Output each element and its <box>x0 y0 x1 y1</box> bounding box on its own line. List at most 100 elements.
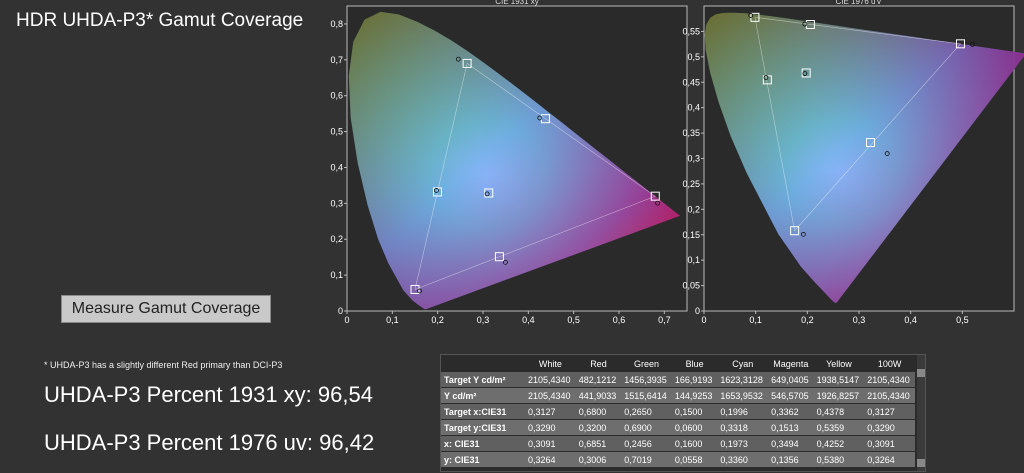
column-header: Red <box>590 358 607 369</box>
table-cell: 0,3264 <box>864 451 915 468</box>
table-cell: 0,1356 <box>768 451 814 468</box>
table-row: Target x:CIE31 0,3127 0,6800 0,2650 0,1500 0,… <box>441 403 915 420</box>
table-cell: 0,6851 <box>575 435 622 452</box>
row-label: Target x:CIE31 <box>441 403 525 420</box>
y-tick-label: 0,35 <box>682 128 700 138</box>
row-label: Target Y cd/m² <box>441 372 525 388</box>
table-cell: 0,0558 <box>671 451 718 468</box>
table-cell: 0,6800 <box>575 403 622 420</box>
table-row: y: CIE31 0,3264 0,3006 0,7019 0,0558 0,3360 0,… <box>441 451 915 468</box>
y-tick-label: 0,1 <box>330 270 343 280</box>
percent-1931-readout: UHDA-P3 Percent 1931 xy: 96,54 <box>44 382 373 407</box>
table-row: Target y:CIE31 0,3290 0,3200 0,6900 0,0600 0,… <box>441 419 915 436</box>
table-cell: 0,2650 <box>621 403 672 420</box>
table-cell: 649,0405 <box>768 372 814 388</box>
row-label: Target y:CIE31 <box>441 419 525 436</box>
cie1931-chart: CIE 1931 xy 0 0,1 0,2 0,3 0,4 0,5 0,6 0,7 0 0,1 0,2… <box>330 0 688 325</box>
table-cell: 1515,6414 <box>621 387 672 404</box>
table-cell: 0,3264 <box>525 451 576 468</box>
y-tick-label: 0,4 <box>330 162 343 172</box>
table-cell: 0,1600 <box>671 435 718 452</box>
y-tick-label: 0,2 <box>687 204 700 214</box>
table-cell: 1653,9532 <box>717 387 769 404</box>
table-cell: 0,1513 <box>768 419 814 436</box>
y-tick-label: 0 <box>695 306 700 316</box>
table-row: Target Y cd/m² 2105,4340 482,1212 1456,3935… <box>441 372 915 388</box>
row-label: x: CIE31 <box>441 435 525 452</box>
x-tick-label: 0,6 <box>613 315 626 325</box>
scroll-down-arrow-icon[interactable] <box>917 459 925 467</box>
x-tick-label: 0,1 <box>386 315 399 325</box>
table-cell: 1926,8257 <box>813 387 865 404</box>
table-cell: 0,0600 <box>671 419 718 436</box>
y-tick-label: 0,25 <box>682 179 700 189</box>
y-tick-label: 0,1 <box>687 255 700 265</box>
chart-title: CIE 1931 xy <box>495 0 539 6</box>
footnote: * UHDA-P3 has a slightly different Red p… <box>44 360 283 370</box>
table-cell: 0,3200 <box>575 419 622 436</box>
y-tick-label: 0,3 <box>687 154 700 164</box>
table-cell: 2105,4340 <box>525 372 576 388</box>
table-row: x: CIE31 0,3091 0,6851 0,2456 0,1600 0,1973 0,… <box>441 435 915 452</box>
scroll-up-arrow-icon[interactable] <box>917 369 925 377</box>
x-tick-label: 0,1 <box>749 315 762 325</box>
percent-1976-readout: UHDA-P3 Percent 1976 uv: 96,42 <box>44 430 375 455</box>
table-cell: 0,3290 <box>864 419 915 436</box>
table-cell: 0,3127 <box>525 403 576 420</box>
column-header: Magenta <box>773 358 809 369</box>
column-header: Green <box>634 358 660 369</box>
x-tick-label: 0,3 <box>853 315 866 325</box>
table-header-row: White Red Green Blue Cyan Magenta Yellow 100W <box>441 355 915 372</box>
results-table: White Red Green Blue Cyan Magenta Yellow 100W T… <box>440 354 926 472</box>
y-tick-label: 0,3 <box>330 198 343 208</box>
x-tick-label: 0,3 <box>477 315 490 325</box>
table-cell: 0,1500 <box>671 403 718 420</box>
table-cell: 0,3006 <box>575 451 622 468</box>
table-cell: 1623,3128 <box>717 372 769 388</box>
y-tick-label: 0,05 <box>682 281 700 291</box>
y-tick-label: 0,6 <box>330 91 343 101</box>
x-tick-label: 0 <box>701 315 706 325</box>
table-cell: 2105,4340 <box>864 387 915 404</box>
cie1976-chart: CIE 1976 u'v' 0 0,1 0,2 0,3 0,4 0,5 0 0,05 0,1 0,1… <box>682 0 1024 325</box>
page-title: HDR UHDA-P3* Gamut Coverage <box>16 10 304 31</box>
table-cell: 0,3360 <box>717 451 769 468</box>
x-tick-label: 0,4 <box>904 315 917 325</box>
y-tick-label: 0,4 <box>687 103 700 113</box>
y-tick-label: 0,5 <box>330 127 343 137</box>
table-cell: 0,3127 <box>864 403 915 420</box>
table-scrollbar[interactable] <box>917 355 925 471</box>
table-cell: 546,5705 <box>768 387 814 404</box>
x-tick-label: 0,7 <box>658 315 671 325</box>
table-cell: 1456,3935 <box>621 372 672 388</box>
chart-title: CIE 1976 u'v' <box>835 0 883 6</box>
y-tick-label: 0,55 <box>682 26 700 36</box>
y-tick-label: 0,2 <box>330 234 343 244</box>
table-cell: 144,9253 <box>671 387 718 404</box>
measure-gamut-coverage-button[interactable]: Measure Gamut Coverage <box>61 295 271 323</box>
column-header: White <box>538 358 562 369</box>
table-cell: 0,6900 <box>621 419 672 436</box>
row-label: y: CIE31 <box>441 451 525 468</box>
table-cell: 1938,5147 <box>813 372 865 388</box>
x-tick-label: 0 <box>344 315 349 325</box>
table-cell: 0,3362 <box>768 403 814 420</box>
table-cell: 0,3290 <box>525 419 576 436</box>
table-cell: 482,1212 <box>575 372 622 388</box>
x-tick-label: 0,2 <box>431 315 444 325</box>
table-cell: 0,7019 <box>621 451 672 468</box>
column-header: Cyan <box>732 358 754 369</box>
x-tick-label: 0,4 <box>522 315 535 325</box>
table-cell: 0,3494 <box>768 435 814 452</box>
table-cell: 0,4252 <box>813 435 865 452</box>
table-cell: 441,9033 <box>575 387 622 404</box>
row-label: Y cd/m² <box>441 387 525 404</box>
table-cell: 2105,4340 <box>864 372 915 388</box>
x-tick-label: 0,5 <box>567 315 580 325</box>
table-row: Y cd/m² 2105,4340 441,9033 1515,6414 144,925… <box>441 387 915 404</box>
y-tick-label: 0,45 <box>682 77 700 87</box>
table-cell: 0,2456 <box>621 435 672 452</box>
y-tick-label: 0,5 <box>687 52 700 62</box>
column-header: Yellow <box>826 358 852 369</box>
table-cell: 0,4378 <box>813 403 865 420</box>
